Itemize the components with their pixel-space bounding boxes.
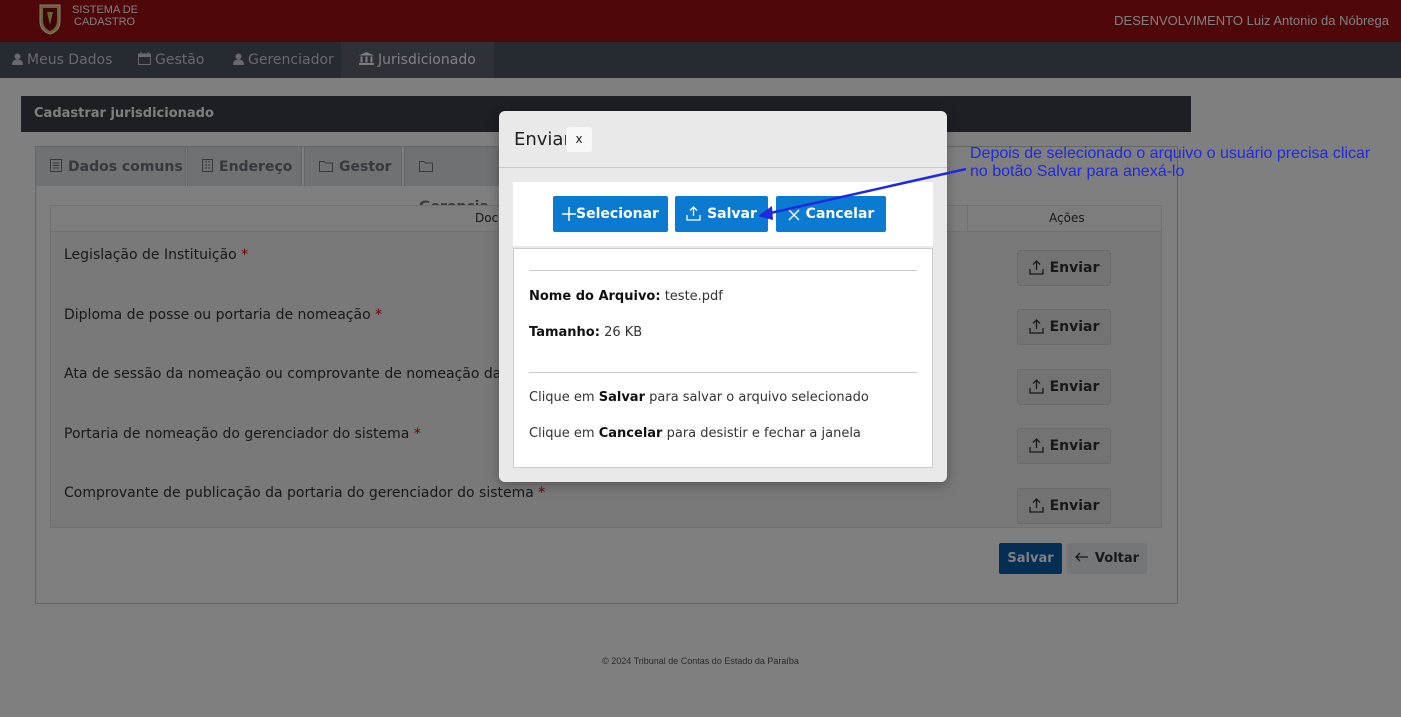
- cancel-hint: Clique em Cancelar para desistir e fecha…: [529, 426, 861, 441]
- modal-header: Enviar x: [499, 111, 947, 168]
- file-size-label: Tamanho:: [529, 325, 600, 340]
- select-file-button[interactable]: Selecionar: [553, 196, 668, 232]
- modal-title: Enviar: [514, 129, 571, 150]
- file-size-info: Tamanho: 26 KB: [529, 325, 642, 340]
- hint-bold: Cancelar: [598, 426, 663, 441]
- plus-icon: [562, 207, 577, 221]
- button-label: Cancelar: [805, 206, 875, 222]
- divider: [529, 270, 917, 271]
- modal-body: Nome do Arquivo: teste.pdf Tamanho: 26 K…: [513, 248, 933, 468]
- annotation-text: Depois de selecionado o arquivo o usuári…: [970, 145, 1370, 181]
- hint-text: para desistir e fechar a janela: [666, 426, 861, 441]
- file-size-value: 26 KB: [604, 325, 643, 340]
- save-hint: Clique em Salvar para salvar o arquivo s…: [529, 390, 869, 405]
- file-name-value: teste.pdf: [664, 289, 723, 304]
- hint-text: Clique em: [529, 390, 595, 405]
- file-name-info: Nome do Arquivo: teste.pdf: [529, 289, 723, 304]
- button-label: Selecionar: [576, 206, 659, 222]
- hint-text: para salvar o arquivo selecionado: [649, 390, 869, 405]
- modal-toolbar: Selecionar Salvar Cancelar: [513, 182, 933, 246]
- modal-cancel-button[interactable]: Cancelar: [776, 196, 886, 232]
- annotation-line1: Depois de selecionado o arquivo o usuári…: [970, 145, 1371, 162]
- button-label: Salvar: [707, 206, 757, 222]
- close-button[interactable]: x: [566, 127, 592, 152]
- enviar-modal: Enviar x Selecionar Salvar Cancelar Nome…: [499, 111, 947, 482]
- upload-icon: [686, 206, 701, 221]
- modal-save-button[interactable]: Salvar: [675, 196, 768, 232]
- divider: [529, 372, 917, 373]
- annotation-line2: no botão Salvar para anexá-lo: [970, 163, 1185, 180]
- file-name-label: Nome do Arquivo:: [529, 289, 661, 304]
- hint-bold: Salvar: [598, 390, 645, 405]
- hint-text: Clique em: [529, 426, 595, 441]
- close-icon: [788, 209, 800, 221]
